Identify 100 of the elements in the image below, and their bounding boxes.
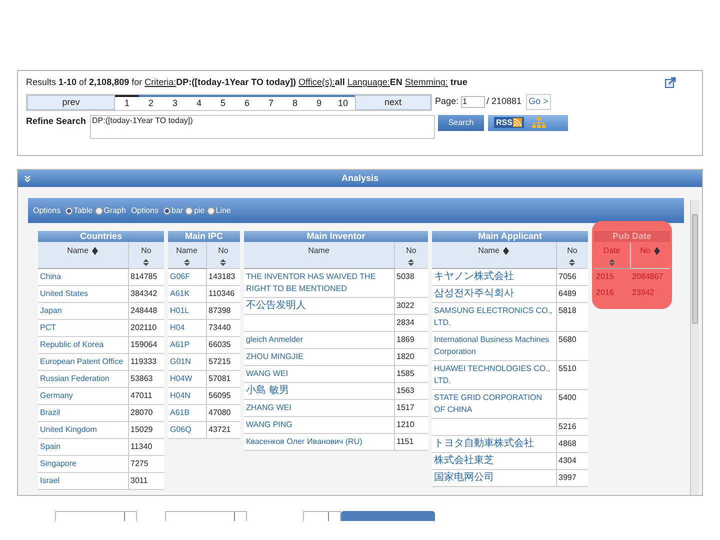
page-link[interactable]: 9 [307,94,331,110]
column-header[interactable]: Name [38,242,128,268]
collapse-icon[interactable] [24,175,31,182]
view-radio[interactable]: Graph [94,204,126,216]
count-text: 5216 [558,422,576,430]
select-field[interactable] [55,511,137,521]
name-link[interactable]: A61B [170,406,204,418]
name-link[interactable]: SAMSUNG ELECTRONICS CO., LTD. [434,304,554,328]
name-link[interactable]: H04 [170,322,204,334]
view-radio[interactable]: bar [162,204,184,216]
count-text: 159064 [130,340,158,348]
prev-button[interactable]: prev [27,94,115,110]
page-link[interactable]: 8 [283,94,307,110]
name-link[interactable]: Brazil [40,406,126,418]
name-link[interactable]: 株式会社東芝 [434,454,554,466]
count-text: 23942 [632,288,654,296]
name-link[interactable]: Квасенков Олег Иванович (RU) [246,436,392,448]
name-link[interactable]: Israel [40,474,126,486]
sort-icon[interactable] [408,259,414,266]
sort-icon[interactable] [220,259,226,266]
name-link[interactable]: G01N [170,356,204,368]
name-link[interactable]: European Patent Office [40,356,126,368]
name-link[interactable]: Japan [40,304,126,316]
sort-icon[interactable] [92,246,98,255]
view-radio[interactable]: Line [206,204,231,216]
select-field[interactable] [165,511,247,521]
name-link[interactable]: PCT [40,322,126,334]
name-link[interactable]: STATE GRID CORPORATION OF CHINA [434,392,554,416]
name-link[interactable]: Singapore [40,458,126,470]
analysis-title: Analysis [341,172,379,185]
search-button[interactable]: Search [438,114,484,130]
criteria-link[interactable]: Office(s): [298,77,335,87]
name-link[interactable]: H04W [170,372,204,384]
column-header[interactable]: No [206,242,240,268]
rss-button[interactable]: RSS [494,117,524,128]
page-link[interactable]: 3 [163,94,187,110]
name-link[interactable]: 小島 敏男 [246,384,392,396]
results-summary: Results 1-10 of 2,108,809 for Criteria:DP:([today-1Year TO today]) Office(s):all Language:EN Stemming: true [26,76,468,89]
view-radio[interactable]: pie [185,204,205,216]
name-link[interactable]: 国家电网公司 [434,472,554,484]
name-link[interactable]: Republic of Korea [40,338,126,350]
refine-label: Refine Search [26,114,88,128]
next-button[interactable]: next [355,94,431,110]
name-link[interactable]: Spain [40,440,126,452]
sort-icon[interactable] [569,259,576,266]
name-link[interactable]: 不公告发明人 [246,300,392,312]
count-text: 57081 [208,374,231,382]
name-link[interactable]: キヤノン株式会社 [434,270,554,282]
name-link[interactable]: Germany [40,390,126,402]
sort-icon[interactable] [143,259,150,266]
criteria-link[interactable]: Stemming: [404,77,448,87]
page-link[interactable]: 7 [259,94,283,110]
name-link[interactable]: United States [40,288,126,300]
name-link[interactable]: A61P [170,338,204,350]
column-header[interactable]: Name [168,242,206,268]
name-link[interactable]: A61K [170,288,204,300]
scrollbar[interactable] [690,200,699,495]
name-link[interactable]: THE INVENTOR HAS WAIVED THE RIGHT TO BE MENTIONED [246,270,392,294]
name-link[interactable]: China [40,270,126,282]
criteria-link[interactable]: Language: [347,77,390,87]
scroll-thumb[interactable] [692,214,698,324]
name-link[interactable]: United Kingdom [40,424,126,436]
column-header[interactable]: No [556,242,588,268]
name-link[interactable]: トヨタ自動車株式会社 [434,438,554,450]
page-link[interactable]: 2 [139,94,163,110]
name-link[interactable]: G06Q [170,424,204,436]
column-header[interactable]: Name [432,242,556,268]
count-text: 1563 [396,386,414,394]
criteria-link[interactable]: Criteria: [144,77,176,87]
name-link[interactable]: HUAWEI TECHNOLOGIES CO., LTD. [434,362,554,386]
name-link[interactable]: gleich Anmelder [246,334,392,346]
column-header[interactable]: Name [244,242,394,268]
sort-icon[interactable] [503,246,510,255]
sort-icon[interactable] [654,246,660,255]
page-field[interactable]: 1 [460,96,485,108]
go-button[interactable]: Go > [526,94,552,110]
sort-icon[interactable] [184,259,190,266]
page-link[interactable]: 5 [211,94,235,110]
export-icon[interactable] [665,77,676,88]
name-link[interactable]: H04N [170,390,204,402]
view-radio[interactable]: Table [64,204,93,216]
name-link[interactable]: ZHOU MINGJIE [246,350,392,362]
column-header[interactable]: No [394,242,428,268]
page-link[interactable]: 4 [187,94,211,110]
refine-search-field[interactable]: DP:([today-1Year TO today]) [90,114,435,138]
name-link[interactable]: Russian Federation [40,372,126,384]
page-link[interactable]: 6 [235,94,259,110]
column-header[interactable]: No [128,242,164,268]
name-link[interactable]: International Business Machines Corporation [434,334,554,358]
name-link[interactable]: 삼성전자주식회사 [434,288,554,300]
name-link[interactable]: G06F [170,270,204,282]
name-link[interactable]: H01L [170,304,204,316]
count-text: 2834 [396,318,414,326]
page-total: / 210881 [486,95,522,108]
count-text: 143183 [208,272,236,280]
name-link[interactable]: WANG WEI [246,368,392,380]
count-text: 28070 [130,408,153,416]
name-link[interactable]: WANG PING [246,418,392,430]
count-text: 47080 [208,408,231,416]
name-link[interactable]: ZHANG WEI [246,402,392,414]
